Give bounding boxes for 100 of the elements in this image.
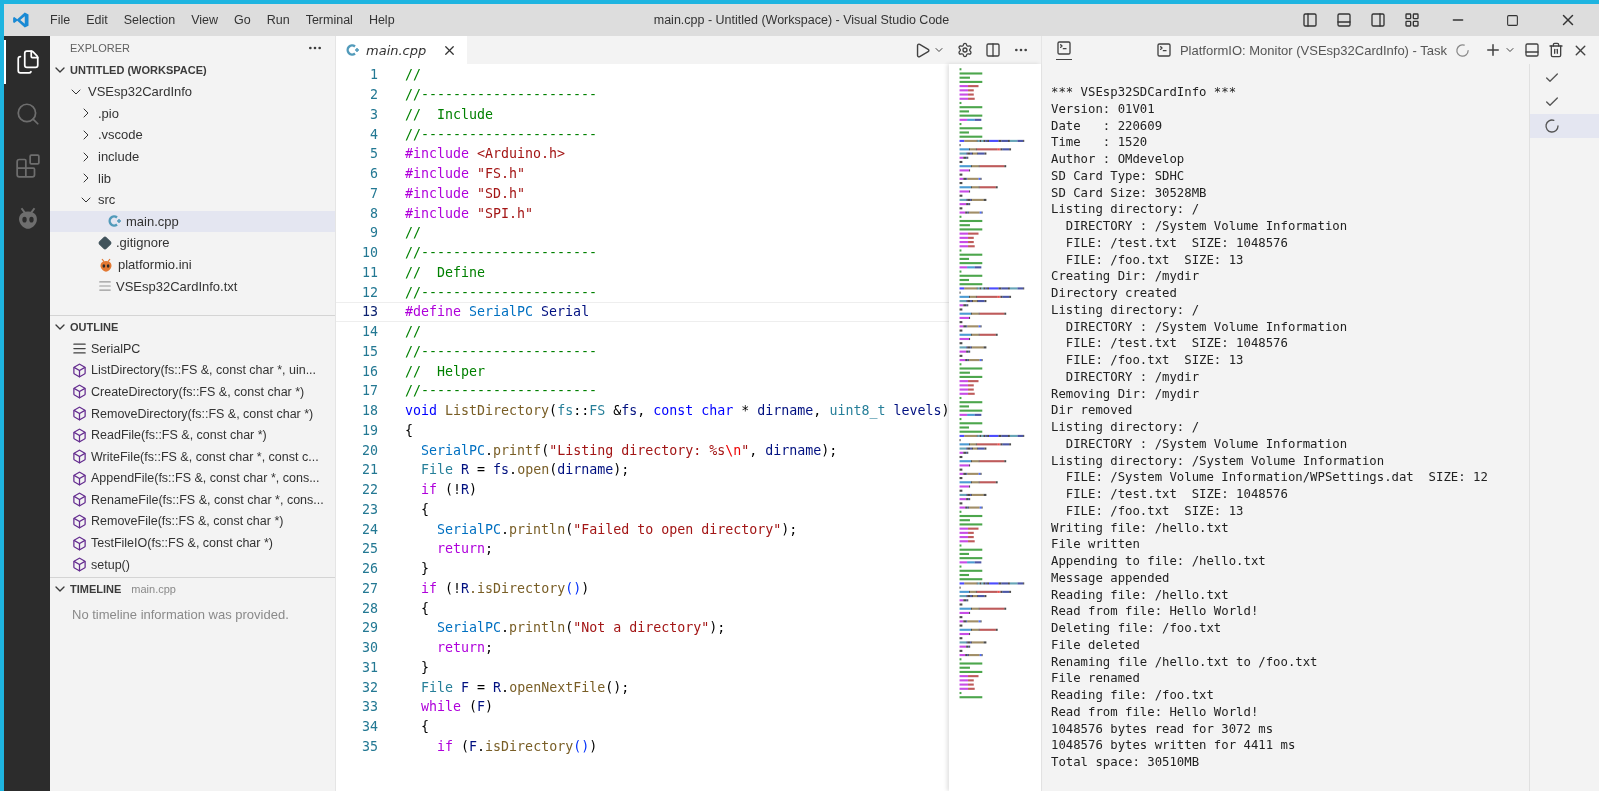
code-line: // Include [405, 106, 494, 122]
folder-item[interactable]: .vscode [50, 124, 335, 146]
outline-item[interactable]: setup() [50, 553, 335, 576]
menu-item[interactable]: File [42, 13, 79, 27]
code-line: // [405, 225, 421, 241]
outline-item[interactable]: WriteFile(fs::FS &, const char *, const c... [50, 445, 335, 468]
terminal-icon[interactable] [1056, 40, 1072, 56]
toggle-sidebar-icon[interactable] [1302, 12, 1318, 28]
code-line: if (F.isDirectory()) [436, 738, 598, 754]
layout-icon[interactable] [1404, 12, 1420, 28]
split-editor-icon[interactable] [985, 42, 1001, 58]
line-number: 31 [361, 659, 378, 675]
line-number: 4 [369, 126, 378, 142]
spinner-icon [1544, 118, 1560, 134]
line-number: 6 [369, 166, 378, 182]
folder-item[interactable]: src [50, 188, 335, 211]
outline-item[interactable]: TestFileIO(fs::FS &, const char *) [50, 532, 335, 554]
terminal-output-line: DIRECTORY : /System Volume Information [1064, 318, 1349, 336]
code-line: #include "SD.h" [405, 185, 526, 201]
terminal-output-line: Time : 1520 [1051, 134, 1149, 151]
outline-item[interactable]: RemoveFile(fs::FS &, const char *) [50, 510, 335, 533]
terminal-instance[interactable] [1530, 114, 1599, 138]
menu-item[interactable]: Edit [78, 13, 116, 27]
editor-tab[interactable]: main.cpp [336, 36, 468, 64]
line-number: 28 [361, 600, 378, 616]
code-line: void ListDirectory(fs::FS &fs, const char * dirname, uint8_t levels) [405, 403, 950, 419]
tree-entry[interactable]: platformio.ini [50, 253, 335, 276]
terminal-output-line: FILE: /System Volume Information/WPSettings.dat SIZE: 12 [1064, 469, 1489, 486]
menu-item[interactable]: Help [360, 13, 403, 27]
tree-entry[interactable]: main.cpp [50, 210, 335, 233]
cube-icon [72, 449, 87, 465]
terminal-output-line: Message appended [1051, 569, 1171, 587]
menu-item[interactable]: Selection [115, 13, 184, 27]
code-line: #include "FS.h" [405, 166, 526, 182]
terminal-output-line: Listing directory: / [1051, 301, 1201, 319]
files-icon [15, 49, 41, 75]
spinner-icon [1455, 42, 1470, 58]
cube-icon [72, 362, 87, 378]
section-header[interactable]: UNTITLED (WORKSPACE) [50, 59, 335, 81]
run-icon[interactable] [914, 41, 931, 59]
folder-item[interactable]: include [50, 145, 335, 168]
terminal-output-line: File deleted [1051, 636, 1141, 654]
menu-item[interactable]: Run [258, 13, 298, 27]
line-number: 14 [361, 324, 378, 340]
line-number: 26 [361, 561, 378, 577]
outline-item[interactable]: RemoveDirectory(fs::FS &, const char *) [50, 402, 335, 425]
code-line: #include <Arduino.h> [405, 146, 566, 162]
toggle-secondary-sidebar-icon[interactable] [1370, 12, 1386, 28]
code-line: //---------------------- [405, 126, 598, 142]
folder-item[interactable]: lib [50, 167, 335, 189]
terminal-output-line: DIRECTORY : /System Volume Information [1064, 435, 1349, 453]
terminal-output-line: Author : OMdevelop [1051, 151, 1186, 168]
line-number: 7 [369, 185, 378, 201]
add-icon[interactable] [1484, 41, 1502, 59]
outline-item[interactable]: RenameFile(fs::FS &, const char *, cons... [50, 489, 335, 511]
folder-item[interactable]: .pio [50, 102, 335, 125]
line-number: 32 [361, 679, 378, 695]
terminal-output-line: Directory created [1051, 285, 1178, 302]
code-line: //---------------------- [405, 87, 598, 103]
tree-entry[interactable]: VSEsp32CardInfo.txt [50, 275, 335, 297]
cube-icon [72, 557, 87, 573]
empty-message: No timeline information was provided. [71, 606, 290, 623]
line-number: 3 [369, 106, 378, 122]
toggle-panel-icon[interactable] [1336, 12, 1352, 28]
terminal-output-line: SD Card Type: SDHC [1051, 167, 1186, 185]
code-line: { [405, 422, 413, 438]
line-number: 5 [369, 146, 378, 162]
split-icon[interactable] [1524, 42, 1540, 58]
code-line: // Helper [405, 363, 486, 379]
outline-item[interactable]: ListDirectory(fs::FS &, const char *, uin... [50, 359, 335, 382]
cube-icon [72, 384, 87, 400]
terminal-output-line: File renamed [1051, 670, 1141, 687]
terminal-output-line: Reading file: /foo.txt [1051, 687, 1215, 704]
code-line: //---------------------- [405, 284, 598, 300]
terminal-output-line: FILE: /test.txt SIZE: 1048576 [1064, 335, 1289, 352]
line-number: 35 [361, 738, 378, 754]
line-number: 1 [369, 67, 378, 83]
settings-icon[interactable] [957, 42, 973, 58]
git-file-icon [98, 235, 112, 250]
cube-icon [72, 406, 87, 421]
menu-item[interactable]: Go [226, 13, 259, 27]
code-line: // [405, 324, 421, 340]
terminal-output-line: Total space: 30510MB [1051, 754, 1201, 771]
tree-entry[interactable]: .gitignore [50, 232, 335, 254]
outline-item[interactable]: CreateDirectory(fs::FS &, const char *) [50, 381, 335, 403]
section-header[interactable]: TIMELINE main.cpp [50, 577, 335, 601]
menu-item[interactable]: Terminal [297, 13, 361, 27]
outline-item[interactable]: ReadFile(fs::FS &, const char *) [50, 424, 335, 446]
outline-item[interactable]: SerialPC [50, 337, 335, 360]
terminal-output-line: Listing directory: / [1051, 201, 1201, 218]
menu-item[interactable]: View [183, 13, 226, 27]
maximize-icon[interactable] [1506, 13, 1519, 27]
trash-icon[interactable] [1548, 42, 1564, 58]
line-number: 20 [361, 442, 378, 458]
code-line: //---------------------- [405, 383, 598, 399]
cube-icon [72, 535, 87, 551]
folder-item[interactable]: VSEsp32CardInfo [50, 81, 335, 103]
section-header[interactable]: OUTLINE [50, 314, 335, 338]
terminal-output-line: Appending to file: /hello.txt [1051, 553, 1267, 570]
outline-item[interactable]: AppendFile(fs::FS &, const char *, cons... [50, 467, 335, 490]
